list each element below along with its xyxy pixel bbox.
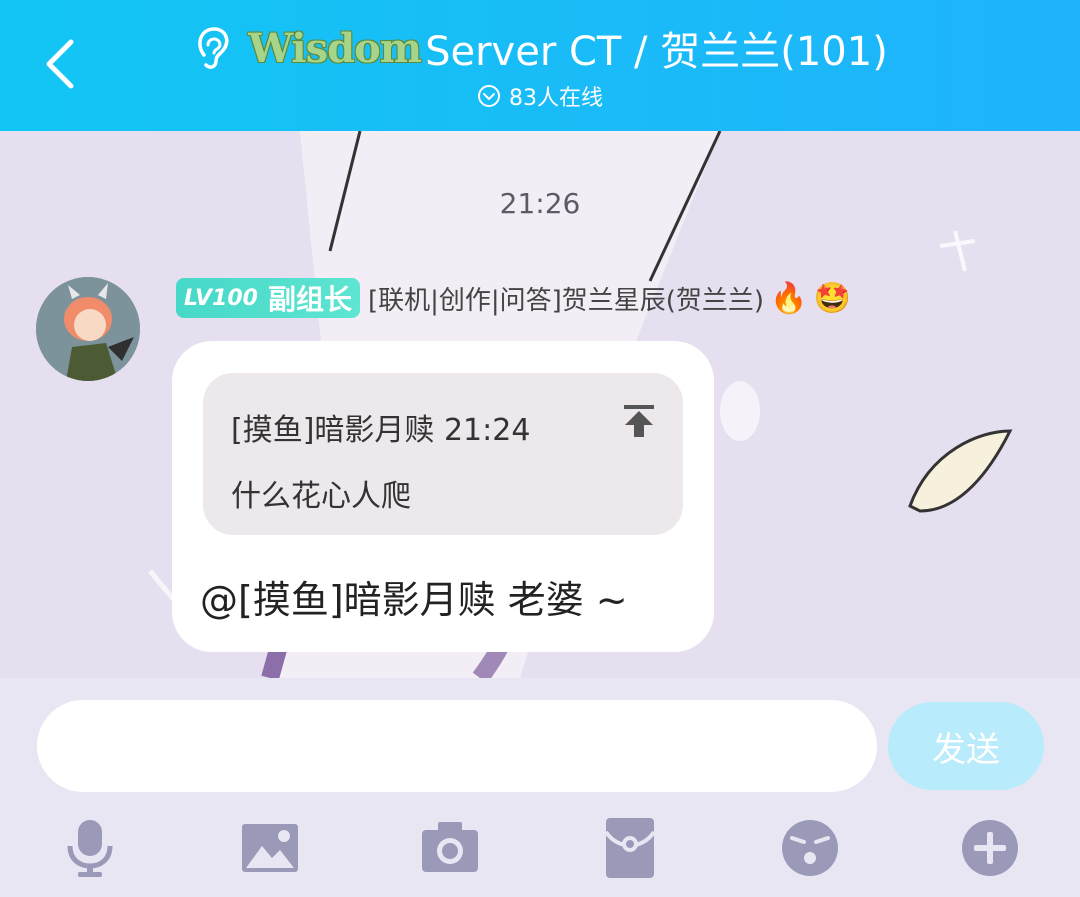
emoji-icon[interactable] <box>778 816 842 880</box>
jump-to-original-icon[interactable] <box>619 401 659 441</box>
avatar-image <box>36 277 140 381</box>
quote-author: [摸鱼]暗影月赎 <box>231 413 435 448</box>
group-logo: Wisdom <box>248 24 422 72</box>
sender-avatar[interactable] <box>36 277 140 381</box>
plus-icon[interactable] <box>958 816 1022 880</box>
level-badge: LV100 副组长 <box>176 278 360 318</box>
role-label: 副组长 <box>267 283 352 316</box>
chevron-down-circle-icon <box>478 85 500 107</box>
title-row: Wisdom Server CT / 贺兰兰(101) <box>0 18 1080 78</box>
online-status[interactable]: 83人在线 <box>0 78 1080 114</box>
online-count: 83人在线 <box>509 86 603 111</box>
chat-title[interactable]: Server CT / 贺兰兰(101) <box>425 19 888 77</box>
send-button[interactable]: 发送 <box>888 702 1044 790</box>
message-timestamp: 21:26 <box>499 187 581 220</box>
image-icon[interactable] <box>238 816 302 880</box>
fire-emoji-icon: 🔥 <box>770 280 808 316</box>
message-bubble[interactable]: [摸鱼]暗影月赎 21:24 什么花心人爬 @[摸鱼]暗影月赎 老婆 ~ <box>172 341 714 652</box>
sender-nickname[interactable]: [联机|创作|问答]贺兰星辰(贺兰兰) <box>368 280 764 317</box>
quoted-message[interactable]: [摸鱼]暗影月赎 21:24 什么花心人爬 <box>203 373 683 535</box>
message-input[interactable] <box>37 700 877 792</box>
microphone-icon[interactable] <box>58 816 122 880</box>
quote-time: 21:24 <box>443 413 531 448</box>
level-label: LV100 <box>184 285 258 311</box>
quote-header: [摸鱼]暗影月赎 21:24 <box>231 405 530 449</box>
star-struck-emoji-icon: 🤩 <box>813 280 851 316</box>
chat-header: Wisdom Server CT / 贺兰兰(101) 83人在线 <box>0 0 1080 131</box>
ear-icon[interactable] <box>192 25 232 71</box>
input-toolbar <box>0 810 1080 880</box>
quote-text: 什么花心人爬 <box>231 479 411 514</box>
red-packet-icon[interactable] <box>598 816 662 880</box>
input-bar: 发送 <box>0 678 1080 897</box>
sender-info: LV100 副组长 [联机|创作|问答]贺兰星辰(贺兰兰) 🔥 🤩 <box>176 277 851 319</box>
message-text: @[摸鱼]暗影月赎 老婆 ~ <box>200 578 628 622</box>
camera-icon[interactable] <box>418 816 482 880</box>
chat-area[interactable]: 21:26 LV100 副组长 [联机|创作|问答]贺兰星辰(贺兰兰) 🔥 🤩 … <box>0 131 1080 678</box>
